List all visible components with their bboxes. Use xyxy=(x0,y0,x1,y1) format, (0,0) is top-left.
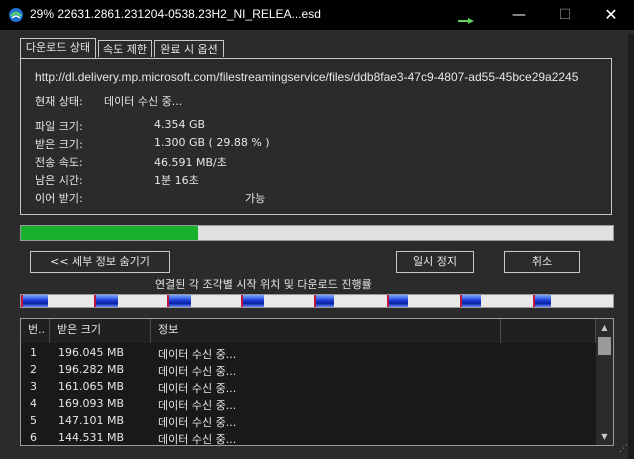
segment-progress xyxy=(94,295,118,307)
file-size-label: 파일 크기: xyxy=(35,120,83,133)
segment-start-marker xyxy=(533,295,536,307)
segment-progress xyxy=(386,295,408,307)
speed-label: 전송 속도: xyxy=(35,156,83,169)
list-scrollbar[interactable]: ▲ ▼ xyxy=(596,319,613,445)
connections-list: 번.. 받은 크기 정보 1 196.045 MB 데이터 수신 중... 2 196.… xyxy=(20,318,614,446)
row-info: 데이터 수신 중... xyxy=(158,399,237,412)
row-received: 144.531 MB xyxy=(58,431,125,444)
row-number: 5 xyxy=(30,414,37,427)
resume-row: 이어 받기: 가능 xyxy=(35,190,605,206)
table-row[interactable]: 4 169.093 MB 데이터 수신 중... xyxy=(21,397,596,414)
segment-start-marker xyxy=(21,295,23,307)
pause-button[interactable]: 일시 정지 xyxy=(396,251,474,273)
row-info: 데이터 수신 중... xyxy=(158,348,237,361)
row-number: 6 xyxy=(30,431,37,444)
row-received: 169.093 MB xyxy=(58,397,125,410)
remaining-row: 남은 시간: 1분 16초 xyxy=(35,172,605,188)
scroll-up-icon[interactable]: ▲ xyxy=(596,319,613,336)
download-app-icon xyxy=(9,8,23,22)
resume-label: 이어 받기: xyxy=(35,192,83,205)
segment-start-marker xyxy=(240,295,243,307)
row-received: 147.101 MB xyxy=(58,414,125,427)
column-received[interactable]: 받은 크기 xyxy=(50,319,151,343)
cancel-button[interactable]: 취소 xyxy=(504,251,580,273)
status-flag-icon xyxy=(458,18,474,24)
received-row: 받은 크기: 1.300 GB ( 29.88 % ) xyxy=(35,136,605,152)
segment-start-marker xyxy=(167,295,170,307)
table-row[interactable]: 1 196.045 MB 데이터 수신 중... xyxy=(21,346,596,363)
maximize-button[interactable]: ☐ xyxy=(542,0,588,30)
state-label: 현재 상태: xyxy=(35,95,83,108)
segment-start-marker xyxy=(94,295,97,307)
segment-start-marker xyxy=(313,295,316,307)
segment-progress xyxy=(460,295,481,307)
row-number: 3 xyxy=(30,380,37,393)
row-number: 4 xyxy=(30,397,37,410)
state-value: 데이터 수신 중... xyxy=(104,95,183,108)
tab-speed-limit[interactable]: 속도 제한 xyxy=(98,40,152,57)
window-edge xyxy=(628,34,634,459)
table-row[interactable]: 6 144.531 MB 데이터 수신 중... xyxy=(21,431,596,446)
window-title: 29% 22631.2861.231204-0538.23H2_NI_RELEA… xyxy=(30,7,321,21)
row-number: 2 xyxy=(30,363,37,376)
row-info: 데이터 수신 중... xyxy=(158,433,237,446)
column-info[interactable]: 정보 xyxy=(151,319,501,343)
segments-caption: 연결된 각 조각별 시작 위치 및 다운로드 진행률 xyxy=(155,278,372,291)
segment-progress xyxy=(313,295,335,307)
table-row[interactable]: 5 147.101 MB 데이터 수신 중... xyxy=(21,414,596,431)
row-received: 196.045 MB xyxy=(58,346,125,359)
segment-start-marker xyxy=(386,295,389,307)
file-size-row: 파일 크기: 4.354 GB xyxy=(35,118,605,134)
received-value: 1.300 GB ( 29.88 % ) xyxy=(154,136,270,149)
progress-fill xyxy=(21,226,198,240)
row-received: 196.282 MB xyxy=(58,363,125,376)
remaining-value: 1분 16초 xyxy=(154,174,199,187)
state-row: 현재 상태: 데이터 수신 중... xyxy=(35,93,605,109)
resize-grip-icon[interactable]: ⋰ xyxy=(619,444,631,456)
speed-value: 46.591 MB/초 xyxy=(154,156,227,169)
segment-progress xyxy=(167,295,191,307)
row-info: 데이터 수신 중... xyxy=(158,365,237,378)
hide-details-button[interactable]: << 세부 정보 숨기기 xyxy=(30,251,170,273)
column-number[interactable]: 번.. xyxy=(21,319,50,343)
row-received: 161.065 MB xyxy=(58,380,125,393)
file-size-value: 4.354 GB xyxy=(154,118,206,131)
status-panel: http://dl.delivery.mp.microsoft.com/file… xyxy=(20,58,612,215)
received-label: 받은 크기: xyxy=(35,138,83,151)
title-bar: 29% 22631.2861.231204-0538.23H2_NI_RELEA… xyxy=(0,0,634,30)
segment-progress xyxy=(240,295,265,307)
close-button[interactable]: ✕ xyxy=(588,0,634,30)
scroll-down-icon[interactable]: ▼ xyxy=(596,428,613,445)
segment-start-marker xyxy=(460,295,463,307)
segment-progress xyxy=(533,295,551,307)
table-row[interactable]: 2 196.282 MB 데이터 수신 중... xyxy=(21,363,596,380)
column-empty[interactable] xyxy=(501,319,596,343)
scroll-thumb[interactable] xyxy=(598,337,611,355)
download-progress-bar xyxy=(20,225,614,241)
minimize-button[interactable]: — xyxy=(496,0,542,30)
segment-progress xyxy=(21,295,48,307)
row-info: 데이터 수신 중... xyxy=(158,382,237,395)
row-number: 1 xyxy=(30,346,37,359)
list-header: 번.. 받은 크기 정보 xyxy=(21,319,596,343)
tab-on-complete-options[interactable]: 완료 시 옵션 xyxy=(154,40,224,57)
download-url: http://dl.delivery.mp.microsoft.com/file… xyxy=(35,70,579,84)
speed-row: 전송 속도: 46.591 MB/초 xyxy=(35,154,605,170)
row-info: 데이터 수신 중... xyxy=(158,416,237,429)
table-row[interactable]: 3 161.065 MB 데이터 수신 중... xyxy=(21,380,596,397)
resume-value: 가능 xyxy=(245,192,266,205)
remaining-label: 남은 시간: xyxy=(35,174,83,187)
segments-progress-bar xyxy=(20,294,614,308)
tab-download-status[interactable]: 다운로드 상태 xyxy=(20,38,96,58)
